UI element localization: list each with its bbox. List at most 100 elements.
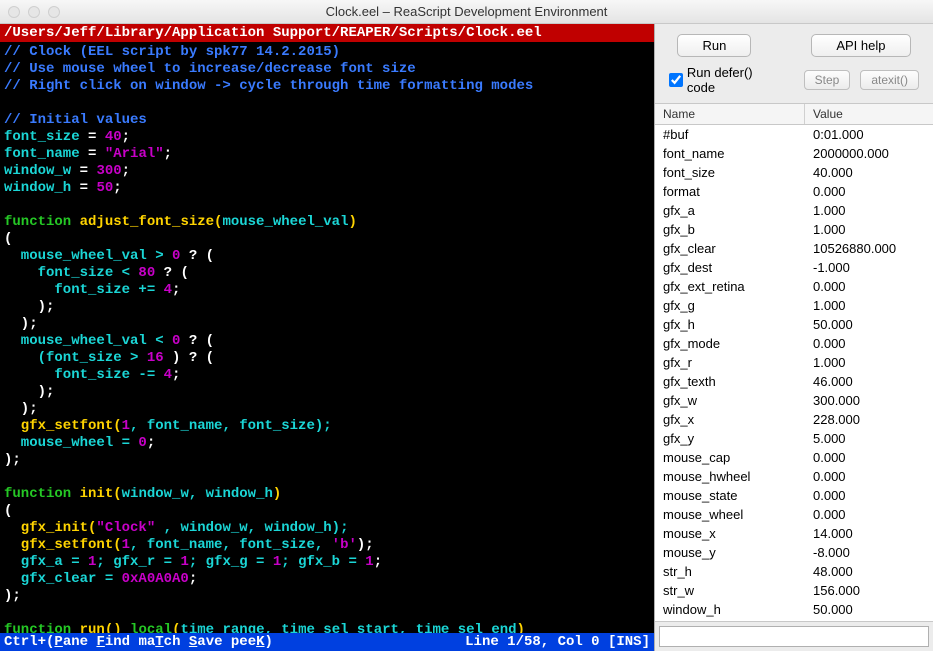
watch-input[interactable] bbox=[659, 626, 929, 647]
variable-name: gfx_texth bbox=[655, 373, 805, 390]
variable-row[interactable]: font_name2000000.000 bbox=[655, 144, 933, 163]
variable-row[interactable]: gfx_texth46.000 bbox=[655, 372, 933, 391]
code-editor[interactable]: // Clock (EEL script by spk77 14.2.2015)… bbox=[0, 42, 654, 633]
variable-row[interactable]: #buf0:01.000 bbox=[655, 125, 933, 144]
variable-value: 5.000 bbox=[805, 430, 933, 447]
variable-name: gfx_y bbox=[655, 430, 805, 447]
variable-value: -1.000 bbox=[805, 259, 933, 276]
file-path-bar: /Users/Jeff/Library/Application Support/… bbox=[0, 24, 654, 42]
variable-name: gfx_x bbox=[655, 411, 805, 428]
variable-name: mouse_y bbox=[655, 544, 805, 561]
variable-name: mouse_state bbox=[655, 487, 805, 504]
variable-row[interactable]: gfx_w300.000 bbox=[655, 391, 933, 410]
variable-name: gfx_g bbox=[655, 297, 805, 314]
side-panel: Run API help Run defer() code Step atexi… bbox=[654, 24, 933, 651]
variable-row[interactable]: gfx_g1.000 bbox=[655, 296, 933, 315]
status-left: Ctrl+(Pane Find maTch Save peeK) bbox=[4, 634, 273, 650]
column-value-header[interactable]: Value bbox=[805, 104, 933, 124]
variable-value: 1.000 bbox=[805, 297, 933, 314]
variable-value: 50.000 bbox=[805, 316, 933, 333]
variable-name: mouse_x bbox=[655, 525, 805, 542]
variable-name: gfx_b bbox=[655, 221, 805, 238]
variable-value: 48.000 bbox=[805, 563, 933, 580]
variable-value: 0.000 bbox=[805, 506, 933, 523]
variable-name: format bbox=[655, 183, 805, 200]
variable-value: 0.000 bbox=[805, 449, 933, 466]
variable-name: gfx_w bbox=[655, 392, 805, 409]
variable-row[interactable]: gfx_a1.000 bbox=[655, 201, 933, 220]
variable-value: 0:01.000 bbox=[805, 126, 933, 143]
variable-value: -8.000 bbox=[805, 544, 933, 561]
variable-list-header: Name Value bbox=[655, 103, 933, 125]
variable-value: 1.000 bbox=[805, 221, 933, 238]
variable-name: window_h bbox=[655, 601, 805, 618]
variable-value: 156.000 bbox=[805, 582, 933, 599]
variable-name: gfx_h bbox=[655, 316, 805, 333]
variable-value: 0.000 bbox=[805, 468, 933, 485]
run-defer-checkbox[interactable]: Run defer() code bbox=[669, 65, 784, 95]
variable-row[interactable]: gfx_mode0.000 bbox=[655, 334, 933, 353]
variable-value: 0.000 bbox=[805, 335, 933, 352]
variable-name: gfx_dest bbox=[655, 259, 805, 276]
variable-name: gfx_r bbox=[655, 354, 805, 371]
variable-row[interactable]: gfx_r1.000 bbox=[655, 353, 933, 372]
variable-value: 1.000 bbox=[805, 202, 933, 219]
variable-row[interactable]: gfx_ext_retina0.000 bbox=[655, 277, 933, 296]
variable-row[interactable]: gfx_b1.000 bbox=[655, 220, 933, 239]
variable-name: gfx_mode bbox=[655, 335, 805, 352]
variable-value: 14.000 bbox=[805, 525, 933, 542]
variable-value: 300.000 bbox=[805, 392, 933, 409]
variable-row[interactable]: format0.000 bbox=[655, 182, 933, 201]
minimize-window-button[interactable] bbox=[28, 6, 40, 18]
run-defer-checkbox-input[interactable] bbox=[669, 73, 683, 87]
status-cursor-info: Line 1/58, Col 0 [INS] bbox=[465, 634, 650, 650]
window-controls bbox=[0, 6, 60, 18]
variable-row[interactable]: mouse_cap0.000 bbox=[655, 448, 933, 467]
variable-row[interactable]: gfx_h50.000 bbox=[655, 315, 933, 334]
variable-row[interactable]: mouse_x14.000 bbox=[655, 524, 933, 543]
variable-row[interactable]: str_w156.000 bbox=[655, 581, 933, 600]
variable-value: 0.000 bbox=[805, 487, 933, 504]
editor-status-bar: Ctrl+(Pane Find maTch Save peeK) Line 1/… bbox=[0, 633, 654, 651]
variable-value: 1.000 bbox=[805, 354, 933, 371]
column-name-header[interactable]: Name bbox=[655, 104, 805, 124]
variable-name: str_w bbox=[655, 582, 805, 599]
window-title: Clock.eel – ReaScript Development Enviro… bbox=[326, 4, 608, 19]
api-help-button[interactable]: API help bbox=[811, 34, 910, 57]
close-window-button[interactable] bbox=[8, 6, 20, 18]
variable-row[interactable]: gfx_y5.000 bbox=[655, 429, 933, 448]
variable-name: mouse_hwheel bbox=[655, 468, 805, 485]
atexit-button[interactable]: atexit() bbox=[860, 70, 919, 90]
variable-name: gfx_ext_retina bbox=[655, 278, 805, 295]
variable-row[interactable]: gfx_clear10526880.000 bbox=[655, 239, 933, 258]
run-button[interactable]: Run bbox=[677, 34, 751, 57]
variable-name: mouse_cap bbox=[655, 449, 805, 466]
variable-value: 0.000 bbox=[805, 278, 933, 295]
variable-row[interactable]: mouse_wheel0.000 bbox=[655, 505, 933, 524]
variable-row[interactable]: gfx_x228.000 bbox=[655, 410, 933, 429]
variable-value: 2000000.000 bbox=[805, 145, 933, 162]
variable-name: gfx_clear bbox=[655, 240, 805, 257]
variable-value: 50.000 bbox=[805, 601, 933, 618]
title-bar: Clock.eel – ReaScript Development Enviro… bbox=[0, 0, 933, 24]
variable-list[interactable]: #buf0:01.000font_name2000000.000font_siz… bbox=[655, 125, 933, 621]
variable-value: 0.000 bbox=[805, 183, 933, 200]
variable-row[interactable]: mouse_hwheel0.000 bbox=[655, 467, 933, 486]
variable-name: font_size bbox=[655, 164, 805, 181]
variable-name: gfx_a bbox=[655, 202, 805, 219]
variable-value: 40.000 bbox=[805, 164, 933, 181]
variable-value: 10526880.000 bbox=[805, 240, 933, 257]
zoom-window-button[interactable] bbox=[48, 6, 60, 18]
variable-value: 46.000 bbox=[805, 373, 933, 390]
editor-pane: /Users/Jeff/Library/Application Support/… bbox=[0, 24, 654, 651]
variable-value: 228.000 bbox=[805, 411, 933, 428]
variable-row[interactable]: font_size40.000 bbox=[655, 163, 933, 182]
variable-row[interactable]: mouse_state0.000 bbox=[655, 486, 933, 505]
step-button[interactable]: Step bbox=[804, 70, 851, 90]
variable-name: mouse_wheel bbox=[655, 506, 805, 523]
variable-row[interactable]: window_h50.000 bbox=[655, 600, 933, 619]
variable-row[interactable]: mouse_y-8.000 bbox=[655, 543, 933, 562]
variable-row[interactable]: str_h48.000 bbox=[655, 562, 933, 581]
variable-row[interactable]: gfx_dest-1.000 bbox=[655, 258, 933, 277]
variable-name: #buf bbox=[655, 126, 805, 143]
